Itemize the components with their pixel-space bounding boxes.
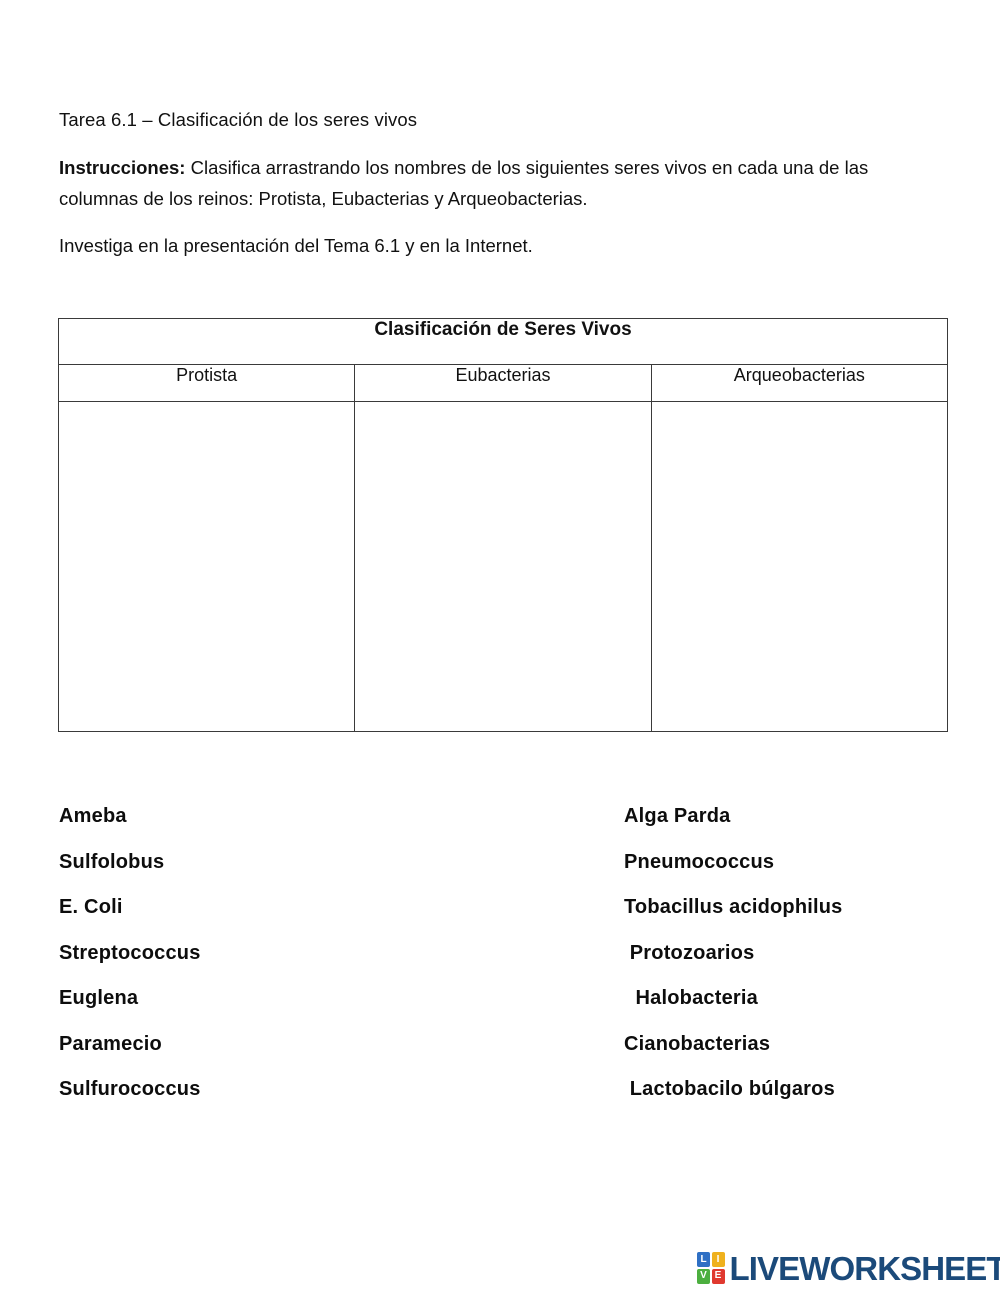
logo-letter-grid-icon: L I V E bbox=[697, 1252, 725, 1284]
page-title: Tarea 6.1 – Clasificación de los seres v… bbox=[59, 109, 418, 130]
word-bank-row: Sulfolobus Pneumococcus bbox=[0, 851, 1000, 897]
logo-letter-i: I bbox=[711, 1252, 725, 1268]
word-bank-row: E. Coli Tobacillus acidophilus bbox=[0, 896, 1000, 942]
classification-table: Clasificación de Seres Vivos Protista Eu… bbox=[57, 318, 949, 732]
logo-letter-l: L bbox=[697, 1252, 710, 1268]
dropzone-arqueobacterias[interactable] bbox=[650, 401, 949, 732]
instructions-label: Instrucciones: bbox=[59, 157, 186, 178]
classification-table-wrapper: Clasificación de Seres Vivos Protista Eu… bbox=[57, 318, 949, 732]
table-title: Clasificación de Seres Vivos bbox=[58, 318, 948, 365]
draggable-word[interactable]: Pneumococcus bbox=[624, 851, 774, 874]
draggable-word[interactable]: Euglena bbox=[59, 987, 138, 1010]
dropzone-eubacterias[interactable] bbox=[354, 401, 652, 732]
word-bank-row: Sulfurococcus Lactobacilo búlgaros bbox=[0, 1078, 1000, 1124]
draggable-word[interactable]: Halobacteria bbox=[624, 987, 758, 1010]
dropzone-protista[interactable] bbox=[57, 401, 356, 732]
draggable-word[interactable]: E. Coli bbox=[59, 896, 123, 919]
word-bank-row: Streptococcus Protozoarios bbox=[0, 942, 1000, 988]
word-bank-row: Euglena Halobacteria bbox=[0, 987, 1000, 1033]
table-header-row: Protista Eubacterias Arqueobacterias bbox=[57, 364, 949, 402]
word-bank-row: Paramecio Cianobacterias bbox=[0, 1033, 1000, 1079]
logo-wordmark: LIVEWORKSHEETS bbox=[729, 1249, 1000, 1287]
draggable-word[interactable]: Ameba bbox=[59, 805, 127, 828]
draggable-word[interactable]: Cianobacterias bbox=[624, 1033, 770, 1056]
liveworksheets-logo[interactable]: L I V E LIVEWORKSHEETS bbox=[697, 1249, 1000, 1287]
column-header-protista: Protista bbox=[57, 364, 356, 402]
draggable-word[interactable]: Streptococcus bbox=[59, 942, 201, 965]
word-bank-row: Ameba Alga Parda bbox=[0, 805, 1000, 851]
header-block: Tarea 6.1 – Clasificación de los seres v… bbox=[59, 105, 949, 261]
logo-letter-e: E bbox=[711, 1268, 725, 1284]
instructions-paragraph: Instrucciones: Clasifica arrastrando los… bbox=[59, 152, 919, 214]
draggable-word[interactable]: Tobacillus acidophilus bbox=[624, 896, 843, 919]
draggable-word[interactable]: Paramecio bbox=[59, 1033, 162, 1056]
logo-letter-v: V bbox=[697, 1268, 710, 1284]
draggable-word[interactable]: Sulfurococcus bbox=[59, 1078, 201, 1101]
draggable-word[interactable]: Alga Parda bbox=[624, 805, 730, 828]
column-header-eubacterias: Eubacterias bbox=[354, 364, 652, 402]
column-header-arqueobacterias: Arqueobacterias bbox=[650, 364, 949, 402]
worksheet-page: Tarea 6.1 – Clasificación de los seres v… bbox=[0, 0, 1000, 1291]
table-title-row: Clasificación de Seres Vivos bbox=[58, 318, 948, 365]
draggable-word[interactable]: Sulfolobus bbox=[59, 851, 164, 874]
investigate-note: Investiga en la presentación del Tema 6.… bbox=[59, 235, 533, 256]
draggable-word[interactable]: Protozoarios bbox=[624, 942, 754, 965]
table-answer-row bbox=[57, 401, 949, 732]
draggable-word[interactable]: Lactobacilo búlgaros bbox=[624, 1078, 835, 1101]
word-bank: Ameba Alga Parda Sulfolobus Pneumococcus… bbox=[0, 805, 1000, 1124]
